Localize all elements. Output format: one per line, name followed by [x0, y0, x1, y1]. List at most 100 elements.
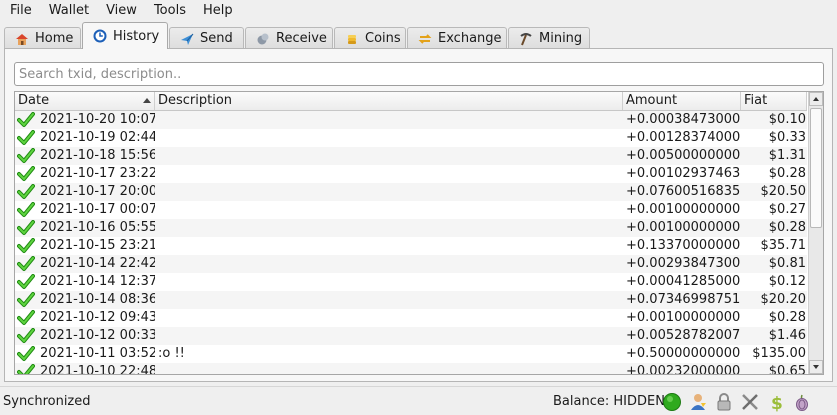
description-cell — [155, 147, 623, 165]
connection-status-icon[interactable] — [662, 392, 682, 412]
table-row[interactable]: 2021-10-14 08:36 +0.073469987510 $20.20 — [15, 291, 807, 309]
vertical-scrollbar[interactable] — [808, 92, 823, 374]
amount-cell: +0.001283740000 — [626, 130, 741, 145]
date-cell: 2021-10-14 22:42 — [15, 255, 155, 273]
tab-send[interactable]: Send — [169, 27, 244, 49]
confirmed-check-icon — [17, 166, 35, 181]
amount-cell: +0.005000000000 — [626, 148, 741, 163]
accounts-icon[interactable] — [688, 392, 708, 412]
fiat-cell: $0.65 — [768, 364, 806, 374]
tab-home[interactable]: Home — [4, 27, 81, 49]
date-cell: 2021-10-11 03:52 — [15, 345, 155, 363]
tor-onion-icon[interactable] — [792, 392, 812, 412]
date-text: 2021-10-15 23:21 — [40, 238, 155, 253]
scroll-up-button[interactable] — [809, 92, 823, 106]
date-cell: 2021-10-17 20:00 — [15, 183, 155, 201]
table-row[interactable]: 2021-10-19 02:44 +0.001283740000 $0.33 — [15, 129, 807, 147]
table-row[interactable]: 2021-10-20 10:07 +0.000384730000 $0.10 — [15, 111, 807, 129]
description-cell: :o !! — [158, 346, 185, 361]
table-row[interactable]: 2021-10-17 00:07 +0.001000000000 $0.27 — [15, 201, 807, 219]
description-cell — [155, 111, 623, 129]
amount-cell: +0.500000000000 — [626, 346, 741, 361]
confirmed-check-icon — [17, 292, 35, 307]
menu-help[interactable]: Help — [193, 0, 240, 22]
amount-cell: +0.001000000000 — [626, 220, 741, 235]
date-cell: 2021-10-14 08:36 — [15, 291, 155, 309]
amount-cell: +0.000384730000 — [626, 112, 741, 127]
amount-cell: +0.076005168351 — [626, 184, 741, 199]
fiat-cell: $0.10 — [768, 112, 806, 127]
amount-cell: +0.001029374630 — [626, 166, 741, 181]
confirmed-check-icon — [17, 256, 35, 271]
column-header-date[interactable]: Date — [15, 92, 155, 110]
table-row[interactable]: 2021-10-15 23:21 +0.133700000000 $35.71 — [15, 237, 807, 255]
search-input[interactable] — [14, 62, 824, 86]
tab-coins[interactable]: Coins — [334, 27, 406, 49]
fiat-cell: $20.20 — [760, 292, 807, 307]
date-cell: 2021-10-12 09:43 — [15, 309, 155, 327]
table-row[interactable]: 2021-10-11 03:52:o !! +0.500000000000 $135… — [15, 345, 807, 363]
table-row[interactable]: 2021-10-14 22:42 +0.002938473000 $0.81 — [15, 255, 807, 273]
date-cell: 2021-10-14 12:37 — [15, 273, 155, 291]
history-icon — [93, 29, 107, 43]
fiat-cell: $35.71 — [760, 238, 807, 253]
dollar-icon[interactable]: $ — [766, 392, 786, 412]
date-cell: 2021-10-16 05:55 — [15, 219, 155, 237]
menu-view[interactable]: View — [96, 0, 144, 22]
amount-cell: +0.133700000000 — [626, 238, 741, 253]
tab-mining-label: Mining — [539, 31, 583, 46]
table-row[interactable]: 2021-10-16 05:55 +0.001000000000 $0.28 — [15, 219, 807, 237]
tab-bar: Home History Send Receive Coins Exchange… — [4, 22, 591, 49]
table-row[interactable]: 2021-10-12 00:33 +0.005287820077 $1.46 — [15, 327, 807, 345]
date-text: 2021-10-12 00:33 — [40, 328, 155, 343]
table-body: 2021-10-20 10:07 +0.000384730000 $0.10 2021… — [15, 111, 807, 374]
transaction-table: Date Description Amount Fiat 2021-10-20 … — [14, 91, 824, 375]
tab-receive[interactable]: Receive — [245, 27, 333, 49]
table-row[interactable]: 2021-10-10 22:48 +0.002320000000 $0.65 — [15, 363, 807, 374]
tab-mining[interactable]: Mining — [508, 27, 590, 49]
menu-tools[interactable]: Tools — [144, 0, 193, 22]
table-row[interactable]: 2021-10-12 09:43 +0.001000000000 $0.28 — [15, 309, 807, 327]
confirmed-check-icon — [17, 238, 35, 253]
table-row[interactable]: 2021-10-14 12:37 +0.000412850000 $0.12 — [15, 273, 807, 291]
home-icon — [16, 33, 28, 45]
date-cell: 2021-10-19 02:44 — [15, 129, 155, 147]
menu-file[interactable]: File — [0, 0, 39, 22]
fiat-cell: $135.00 — [752, 346, 806, 361]
confirmed-check-icon — [17, 220, 35, 235]
sort-ascending-icon — [143, 98, 151, 103]
column-header-date-label: Date — [18, 93, 50, 108]
confirmed-check-icon — [17, 346, 35, 361]
fiat-cell: $1.46 — [768, 328, 806, 343]
menu-wallet[interactable]: Wallet — [39, 0, 96, 22]
tab-coins-label: Coins — [365, 31, 401, 46]
table-row[interactable]: 2021-10-18 15:56 +0.005000000000 $1.31 — [15, 147, 807, 165]
date-text: 2021-10-14 22:42 — [40, 256, 155, 271]
date-cell: 2021-10-20 10:07 — [15, 111, 155, 129]
column-header-description[interactable]: Description — [155, 92, 623, 110]
tab-exchange[interactable]: Exchange — [407, 27, 507, 49]
scrollbar-thumb[interactable] — [810, 108, 822, 228]
pickaxe-icon — [520, 32, 532, 45]
column-header-fiat[interactable]: Fiat — [741, 92, 807, 110]
scroll-down-button[interactable] — [809, 360, 823, 374]
table-row[interactable]: 2021-10-17 20:00 +0.076005168351 $20.50 — [15, 183, 807, 201]
table-row[interactable]: 2021-10-17 23:22 +0.001029374630 $0.28 — [15, 165, 807, 183]
amount-cell: +0.002320000000 — [626, 364, 741, 374]
date-text: 2021-10-16 05:55 — [40, 220, 155, 235]
tab-history-label: History — [113, 28, 160, 44]
tab-exchange-label: Exchange — [438, 31, 502, 46]
status-bar: Synchronized Balance: HIDDEN $ — [0, 386, 837, 415]
date-text: 2021-10-17 00:07 — [40, 202, 155, 217]
tab-history[interactable]: History — [82, 22, 168, 49]
column-header-amount[interactable]: Amount — [623, 92, 741, 110]
description-cell — [155, 291, 623, 309]
balance-label: Balance: HIDDEN — [553, 394, 665, 409]
description-cell — [155, 129, 623, 147]
date-text: 2021-10-17 23:22 — [40, 166, 155, 181]
settings-tools-icon[interactable] — [740, 392, 760, 412]
description-cell — [155, 165, 623, 183]
lock-icon[interactable] — [714, 392, 734, 412]
description-cell — [155, 255, 623, 273]
description-cell — [155, 219, 623, 237]
